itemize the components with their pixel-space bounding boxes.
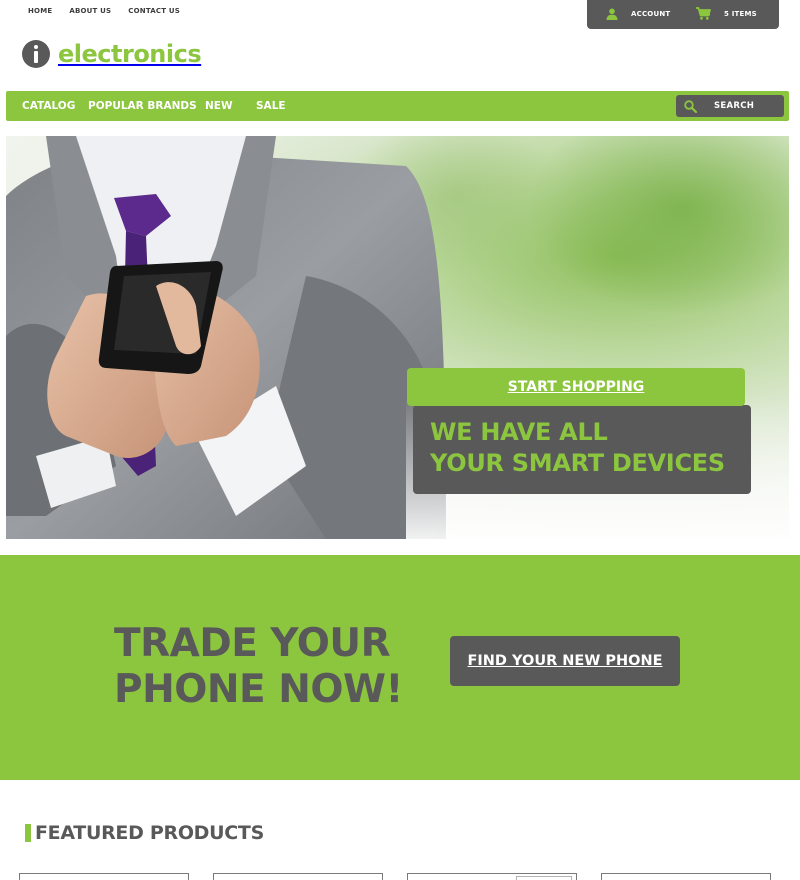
hero-headline-line1: WE HAVE ALL [430,418,608,446]
product-card[interactable] [19,873,189,880]
product-card[interactable] [213,873,383,880]
product-tag [516,876,572,880]
product-card[interactable] [601,873,771,880]
find-new-phone-button[interactable]: FIND YOUR NEW PHONE [450,636,680,686]
nav-item-sale[interactable]: SALE [256,100,286,112]
trade-in-banner: TRADE YOUR PHONE NOW! FIND YOUR NEW PHON… [0,555,800,780]
site-logo[interactable]: electronics [22,40,202,68]
cart-button[interactable]: 5 ITEMS [696,7,757,20]
featured-products-title: FEATURED PRODUCTS [35,822,264,844]
account-button[interactable]: ACCOUNT [606,8,670,20]
shopping-cart-icon [696,7,711,20]
top-link-home[interactable]: HOME [28,7,52,15]
start-shopping-button[interactable]: START SHOPPING [407,368,745,406]
top-link-about-us[interactable]: ABOUT US [69,7,111,15]
info-icon [22,40,50,68]
search-input[interactable]: SEARCH [676,95,784,117]
search-icon [684,100,697,113]
nav-item-catalog[interactable]: CATALOG [22,100,75,112]
nav-item-popular-brands[interactable]: POPULAR BRANDS [88,100,197,112]
user-icon [606,8,618,20]
product-card[interactable] [407,873,577,880]
account-bar: ACCOUNT 5 ITEMS [587,0,779,29]
trade-title-line1: TRADE YOUR [114,621,391,666]
hero-banner: WE HAVE ALL YOUR SMART DEVICES START SHO… [6,136,789,539]
trade-title-line2: PHONE NOW! [114,667,403,712]
nav-item-new[interactable]: NEW [205,100,233,112]
top-link-contact-us[interactable]: CONTACT US [128,7,180,15]
account-label: ACCOUNT [631,10,671,18]
top-utility-nav: HOME ABOUT US CONTACT US [28,7,197,15]
trade-title: TRADE YOUR PHONE NOW! [114,621,403,713]
search-placeholder: SEARCH [714,101,755,111]
featured-products-heading: FEATURED PRODUCTS [25,822,264,844]
heading-accent-bar [25,824,31,842]
logo-text: electronics [58,40,202,68]
hero-headline: WE HAVE ALL YOUR SMART DEVICES [413,405,751,494]
cart-items-label: 5 ITEMS [724,9,757,18]
hero-headline-line2: YOUR SMART DEVICES [430,449,725,477]
main-nav: CATALOG POPULAR BRANDS NEW SALE SEARCH [6,91,789,121]
